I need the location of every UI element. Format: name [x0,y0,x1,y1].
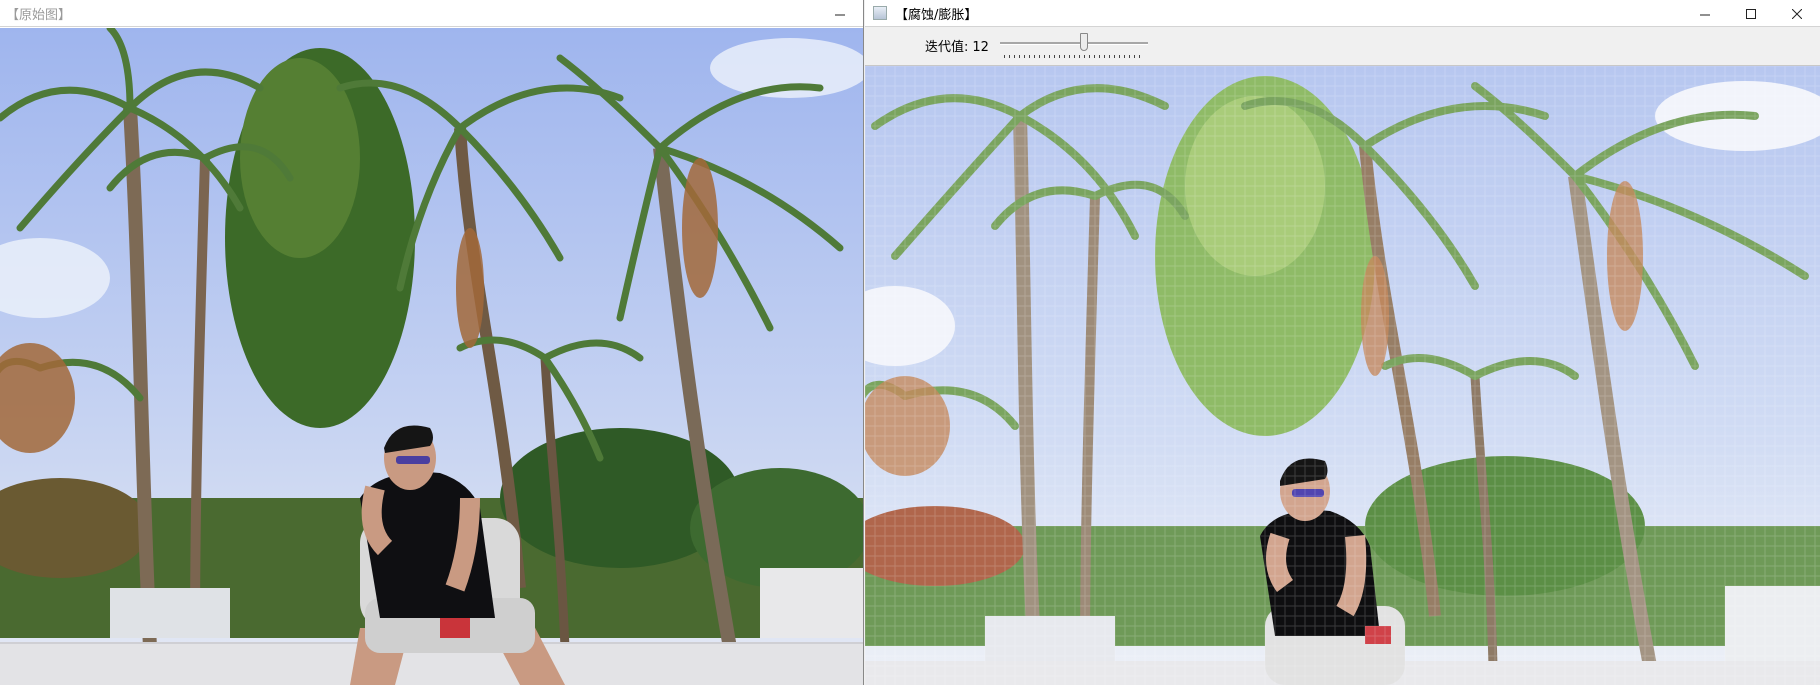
close-icon [1792,8,1802,19]
original-image-window: 【原始图】 [0,0,864,685]
slider-ticks [1004,55,1144,58]
window-title: 【腐蚀/膨胀】 [895,7,978,23]
trackbar-label-text: 迭代值: [925,40,969,55]
erode-dilate-window: 【腐蚀/膨胀】 迭代值: 12 [865,0,1820,685]
window-controls [1682,0,1820,27]
close-button[interactable] [1774,0,1820,27]
minimize-button[interactable] [817,0,863,27]
titlebar[interactable]: 【腐蚀/膨胀】 [865,0,1820,27]
slider-thumb[interactable] [1080,33,1088,51]
window-controls [817,0,863,27]
titlebar[interactable]: 【原始图】 [0,0,863,27]
trackbar-panel: 迭代值: 12 [865,27,1820,66]
minimize-icon [835,9,845,19]
eroded-dilated-photo [865,66,1820,685]
trackbar-label: 迭代值: 12 [925,36,989,55]
window-title: 【原始图】 [6,7,72,23]
palm-scene-image [0,28,863,685]
app-icon [873,6,887,20]
processed-palm-scene-image [865,66,1820,685]
trackbar-value: 12 [972,40,989,55]
minimize-button[interactable] [1682,0,1728,27]
minimize-icon [1700,9,1710,19]
original-photo [0,28,863,685]
iteration-slider[interactable] [1000,32,1148,60]
maximize-button[interactable] [1728,0,1774,27]
slider-track[interactable] [1000,42,1148,45]
maximize-icon [1746,8,1756,19]
